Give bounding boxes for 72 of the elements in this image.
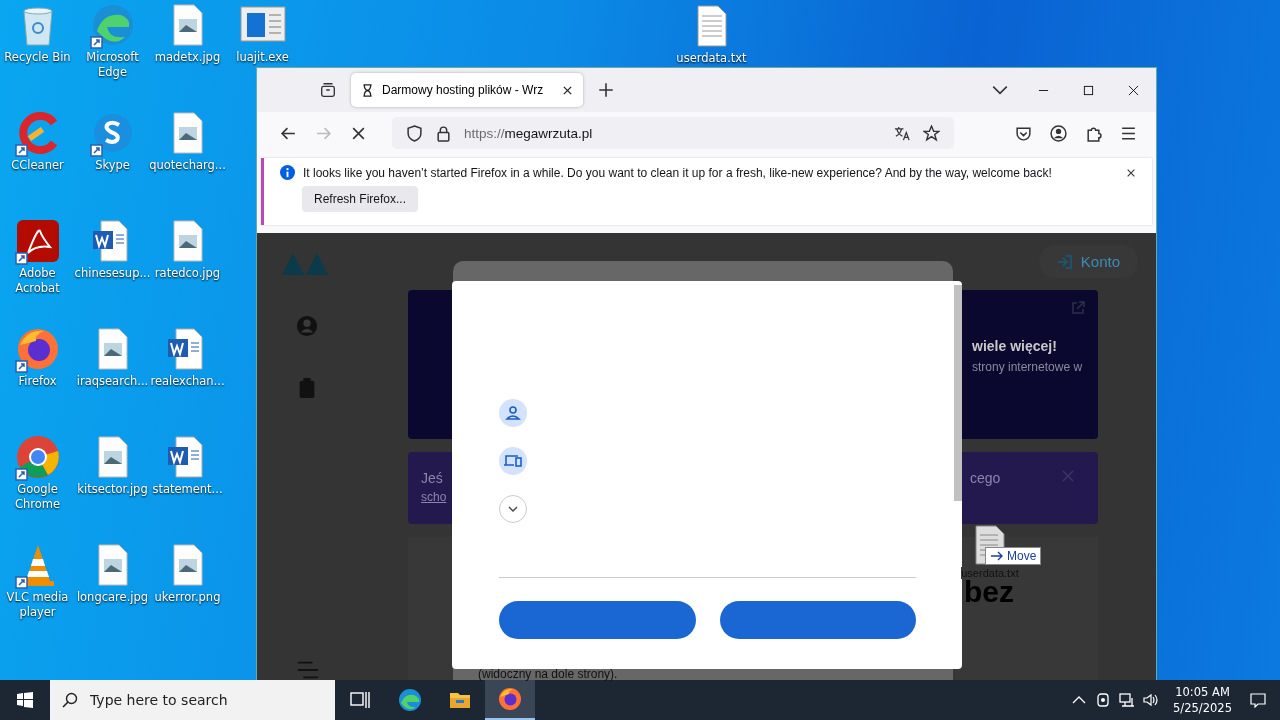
close-icon[interactable] [562, 84, 573, 96]
move-tooltip: Move [985, 547, 1042, 565]
icon-label: CCleaner [11, 158, 64, 173]
volume-icon[interactable] [1143, 692, 1160, 708]
close-icon[interactable] [1126, 167, 1136, 178]
acrobat-icon[interactable] [13, 217, 62, 265]
banner-heading: wiele więcej! [972, 338, 1058, 354]
star-icon[interactable] [923, 124, 940, 142]
firefox-icon [498, 687, 522, 711]
chrome-icon[interactable] [13, 433, 62, 481]
icon-label: Google Chrome [13, 482, 62, 512]
notice-text: cego [970, 470, 1002, 486]
icon-label: VLC media player [5, 590, 70, 620]
footnote-text: (widoczny na dole strony). [478, 667, 618, 681]
refresh-firefox-button[interactable]: Refresh Firefox... [302, 186, 419, 212]
icon-label: ratedco.jpg [154, 266, 221, 281]
menu-icon[interactable] [1120, 124, 1137, 142]
devices-icon [499, 447, 527, 475]
extensions-icon[interactable] [1085, 124, 1102, 142]
account-icon[interactable] [1050, 124, 1067, 142]
scrollbar-thumb[interactable] [954, 285, 962, 501]
address-bar[interactable]: https://megawrzuta.pl [392, 117, 954, 149]
arrow-icon [990, 550, 1004, 562]
icon-label: madetx.jpg [154, 50, 221, 65]
tab-title: Darmowy hosting plików - Wrz [382, 83, 545, 97]
icon-label: chinesesup... [74, 266, 151, 281]
icon-label: ukerror.png [154, 590, 221, 605]
edge-icon [398, 688, 422, 712]
search-bar[interactable]: Type here to search [50, 680, 335, 720]
icon-label: kitsector.jpg [77, 482, 148, 497]
translate-icon[interactable] [894, 124, 911, 142]
url-text: https://megawrzuta.pl [464, 125, 593, 141]
new-tab-icon[interactable] [597, 81, 615, 99]
search-icon [62, 692, 78, 708]
icon-label: statement... [152, 482, 223, 497]
icon-label: Firefox [18, 374, 57, 389]
icon-label: Microsoft Edge [85, 50, 140, 80]
icon-label: Skype [95, 158, 130, 173]
icon-label: userdata.txt [676, 51, 747, 66]
close-icon[interactable] [1128, 84, 1139, 96]
pocket-icon[interactable] [1015, 124, 1032, 142]
lock-icon[interactable] [435, 124, 452, 142]
icon-label: realexchan... [150, 374, 225, 389]
banner-text: strony internetowe w [972, 360, 1084, 374]
login-icon [1056, 253, 1073, 270]
icon-label: Adobe Acrobat [14, 266, 61, 296]
network-icon[interactable] [1119, 692, 1136, 708]
clock-date[interactable]: 5/25/2025 [1173, 700, 1232, 716]
notification-message: It looks like you haven’t started Firefox in a while. Do you want to clean it up for a fresh, like-new experience? And by the way, welcome back! [303, 165, 1052, 180]
maximize-icon[interactable] [1083, 84, 1094, 96]
info-icon [280, 165, 295, 180]
clock-time[interactable]: 10:05 AM [1175, 684, 1230, 700]
icon-label: quotecharg... [149, 158, 226, 173]
start-icon[interactable] [17, 692, 33, 708]
search-field[interactable]: Type here to search [88, 691, 332, 709]
person-icon [499, 399, 527, 427]
icon-label: longcare.jpg [76, 590, 149, 605]
browser-tab[interactable]: Darmowy hosting plików - Wrz [351, 73, 583, 107]
shield-icon[interactable] [406, 124, 423, 142]
notice-text: Jeś [421, 470, 444, 486]
tab-list-icon[interactable] [319, 81, 337, 99]
primary-button[interactable] [719, 601, 916, 639]
primary-button[interactable] [499, 601, 696, 639]
notifications-icon[interactable] [1250, 692, 1266, 708]
card-heading: bez [964, 577, 1014, 607]
menu-icon[interactable] [296, 659, 318, 681]
icon-label: luajit.exe [236, 50, 289, 65]
icon-label: Recycle Bin [4, 50, 71, 65]
firefox-taskbar-button[interactable] [485, 680, 535, 720]
hourglass-icon [361, 82, 374, 98]
device-icon[interactable] [1095, 692, 1112, 708]
icon-label: iraqsearch... [76, 374, 149, 389]
